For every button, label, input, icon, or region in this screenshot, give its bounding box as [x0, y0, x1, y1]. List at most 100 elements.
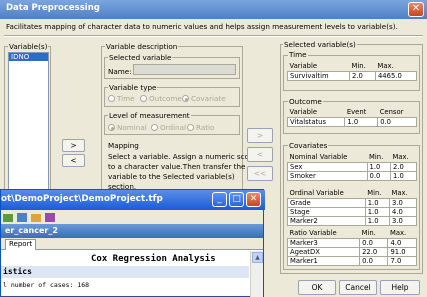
table-cell[interactable]: 0.0	[359, 255, 389, 266]
column-header: Max.	[389, 189, 417, 199]
divider	[4, 35, 423, 37]
remove-variable-button[interactable]: <	[62, 154, 85, 167]
time-table: Variable Min. Max. Survivaltim 2.0 4465.0	[286, 62, 418, 81]
level-label: Level of measurement	[108, 111, 191, 120]
mapping-text: to a character value.Then transfer the	[108, 162, 246, 171]
cancel-button[interactable]: Cancel	[339, 280, 377, 295]
table-cell[interactable]: 0.0	[366, 170, 391, 181]
nominal-table: Nominal Variable Min. Max. Sex 1.0 2.0 Smoke…	[287, 153, 418, 181]
folder-icon	[31, 214, 41, 222]
table-row[interactable]: AgeatDX 22.0 91.0	[286, 246, 417, 257]
toolbar-icons[interactable]	[3, 212, 63, 223]
variables-label: Variable(s)	[8, 42, 49, 51]
dataset-name: er_cancer_2	[5, 226, 58, 235]
table-cell[interactable]: 1.0	[364, 206, 391, 217]
report-tabs: Report	[1, 238, 263, 250]
table-cell[interactable]: 1.0	[344, 116, 379, 127]
table-row[interactable]: Stage 1.0 4.0	[287, 206, 417, 217]
table-cell[interactable]: 0.0	[377, 116, 417, 127]
table-cell[interactable]: 2.0	[389, 161, 418, 172]
vertical-scrollbar[interactable]: ▲	[250, 251, 263, 297]
table-row[interactable]: Sex 1.0 2.0	[287, 161, 418, 172]
table-row[interactable]: Smoker 0.0 1.0	[287, 170, 418, 181]
name-field[interactable]	[133, 64, 236, 75]
close-icon[interactable]: ✕	[246, 192, 261, 207]
name-label: Name:	[108, 67, 132, 76]
table-cell[interactable]: 3.0	[389, 215, 417, 226]
chart-icon	[3, 214, 13, 222]
minimize-icon[interactable]: _	[212, 192, 227, 207]
column-header: Min.	[349, 62, 376, 72]
report-toolbar	[1, 210, 263, 224]
report-window: ot\DemoProject\DemoProject.tfp _ □ ✕ er_…	[0, 189, 265, 297]
table-cell[interactable]: 4465.0	[374, 70, 418, 81]
table-cell: Survivaltim	[286, 70, 351, 81]
table-cell[interactable]: 1.0	[366, 161, 391, 172]
table-cell[interactable]: 1.0	[389, 170, 418, 181]
time-label: Time	[288, 50, 308, 59]
table-cell[interactable]: 91.0	[387, 246, 417, 257]
outcome-table: Variable Event Censor Vitalstatus 1.0 0.0	[286, 108, 417, 127]
table-cell: Marker2	[287, 215, 366, 226]
transfer-left-button[interactable]: <	[247, 147, 273, 162]
transfer-all-left-button[interactable]: <<	[247, 166, 273, 181]
ratio-radio[interactable]	[187, 124, 194, 131]
column-header: Nominal Variable	[287, 153, 368, 163]
help-button[interactable]: Help	[380, 280, 420, 295]
time-radio-label: Time	[117, 94, 135, 103]
table-cell[interactable]: 1.0	[364, 197, 391, 208]
add-variable-button[interactable]: >	[62, 139, 85, 152]
table-cell: Smoker	[287, 170, 368, 181]
mapping-text: variable to the Selected variable(s)	[108, 172, 235, 181]
table-row[interactable]: Survivaltim 2.0 4465.0	[286, 70, 418, 81]
transfer-right-button[interactable]: >	[247, 128, 273, 143]
scroll-up-icon[interactable]: ▲	[252, 252, 263, 263]
variable-type-label: Variable type	[108, 83, 158, 92]
outcome-label: Outcome	[288, 97, 323, 106]
list-item[interactable]: IDNO	[9, 53, 48, 61]
ok-button[interactable]: OK	[298, 280, 336, 295]
table-cell: Vitalstatus	[286, 116, 346, 127]
table-cell[interactable]: 4.0	[387, 237, 417, 248]
table-row[interactable]: Grade 1.0 3.0	[287, 197, 417, 208]
table-cell[interactable]: 0.0	[359, 237, 389, 248]
report-section: istics	[1, 266, 249, 278]
ordinal-radio-label: Ordinal	[160, 123, 187, 132]
outcome-radio-label: Outcome	[149, 94, 182, 103]
table-row[interactable]: Marker3 0.0 4.0	[286, 237, 417, 248]
table-row[interactable]: Marker2 1.0 3.0	[287, 215, 417, 226]
table-cell: Marker3	[286, 237, 361, 248]
maximize-icon[interactable]: □	[229, 192, 244, 207]
column-header: Ordinal Variable	[287, 189, 366, 199]
table-cell[interactable]: 7.0	[387, 255, 417, 266]
ratio-radio-label: Ratio	[196, 123, 215, 132]
table-cell[interactable]: 3.0	[389, 197, 417, 208]
dataset-band: er_cancer_2	[1, 224, 263, 238]
close-icon[interactable]: ✕	[408, 2, 424, 17]
table-cell: Sex	[287, 161, 368, 172]
tab-report[interactable]: Report	[5, 239, 37, 250]
mapping-text: Select a variable. Assign a numeric scor…	[108, 152, 257, 161]
table-row[interactable]: Marker1 0.0 7.0	[286, 255, 417, 266]
report-window-titlebar[interactable]: ot\DemoProject\DemoProject.tfp _ □ ✕	[1, 190, 265, 210]
column-header: Censor	[377, 108, 417, 118]
column-header: Max.	[375, 62, 417, 72]
dialog-description: Facilitates mapping of character data to…	[6, 22, 398, 31]
nominal-radio[interactable]	[108, 124, 115, 131]
table-cell[interactable]: 4.0	[389, 206, 417, 217]
column-header: Min.	[365, 189, 390, 199]
column-header: Max.	[387, 229, 417, 239]
table-cell: AgeatDX	[286, 246, 361, 257]
table-cell[interactable]: 1.0	[364, 215, 391, 226]
report-line: l number of cases: 168	[3, 281, 90, 289]
outcome-radio[interactable]	[140, 95, 147, 102]
column-header: Max.	[390, 153, 417, 163]
table-row[interactable]: Vitalstatus 1.0 0.0	[286, 116, 417, 127]
covariate-radio[interactable]	[182, 95, 189, 102]
mapping-label: Mapping	[108, 141, 139, 150]
column-header: Ratio Variable	[287, 229, 360, 239]
ordinal-radio[interactable]	[151, 124, 158, 131]
table-cell[interactable]: 22.0	[359, 246, 389, 257]
table-cell[interactable]: 2.0	[349, 70, 376, 81]
time-radio[interactable]	[108, 95, 115, 102]
